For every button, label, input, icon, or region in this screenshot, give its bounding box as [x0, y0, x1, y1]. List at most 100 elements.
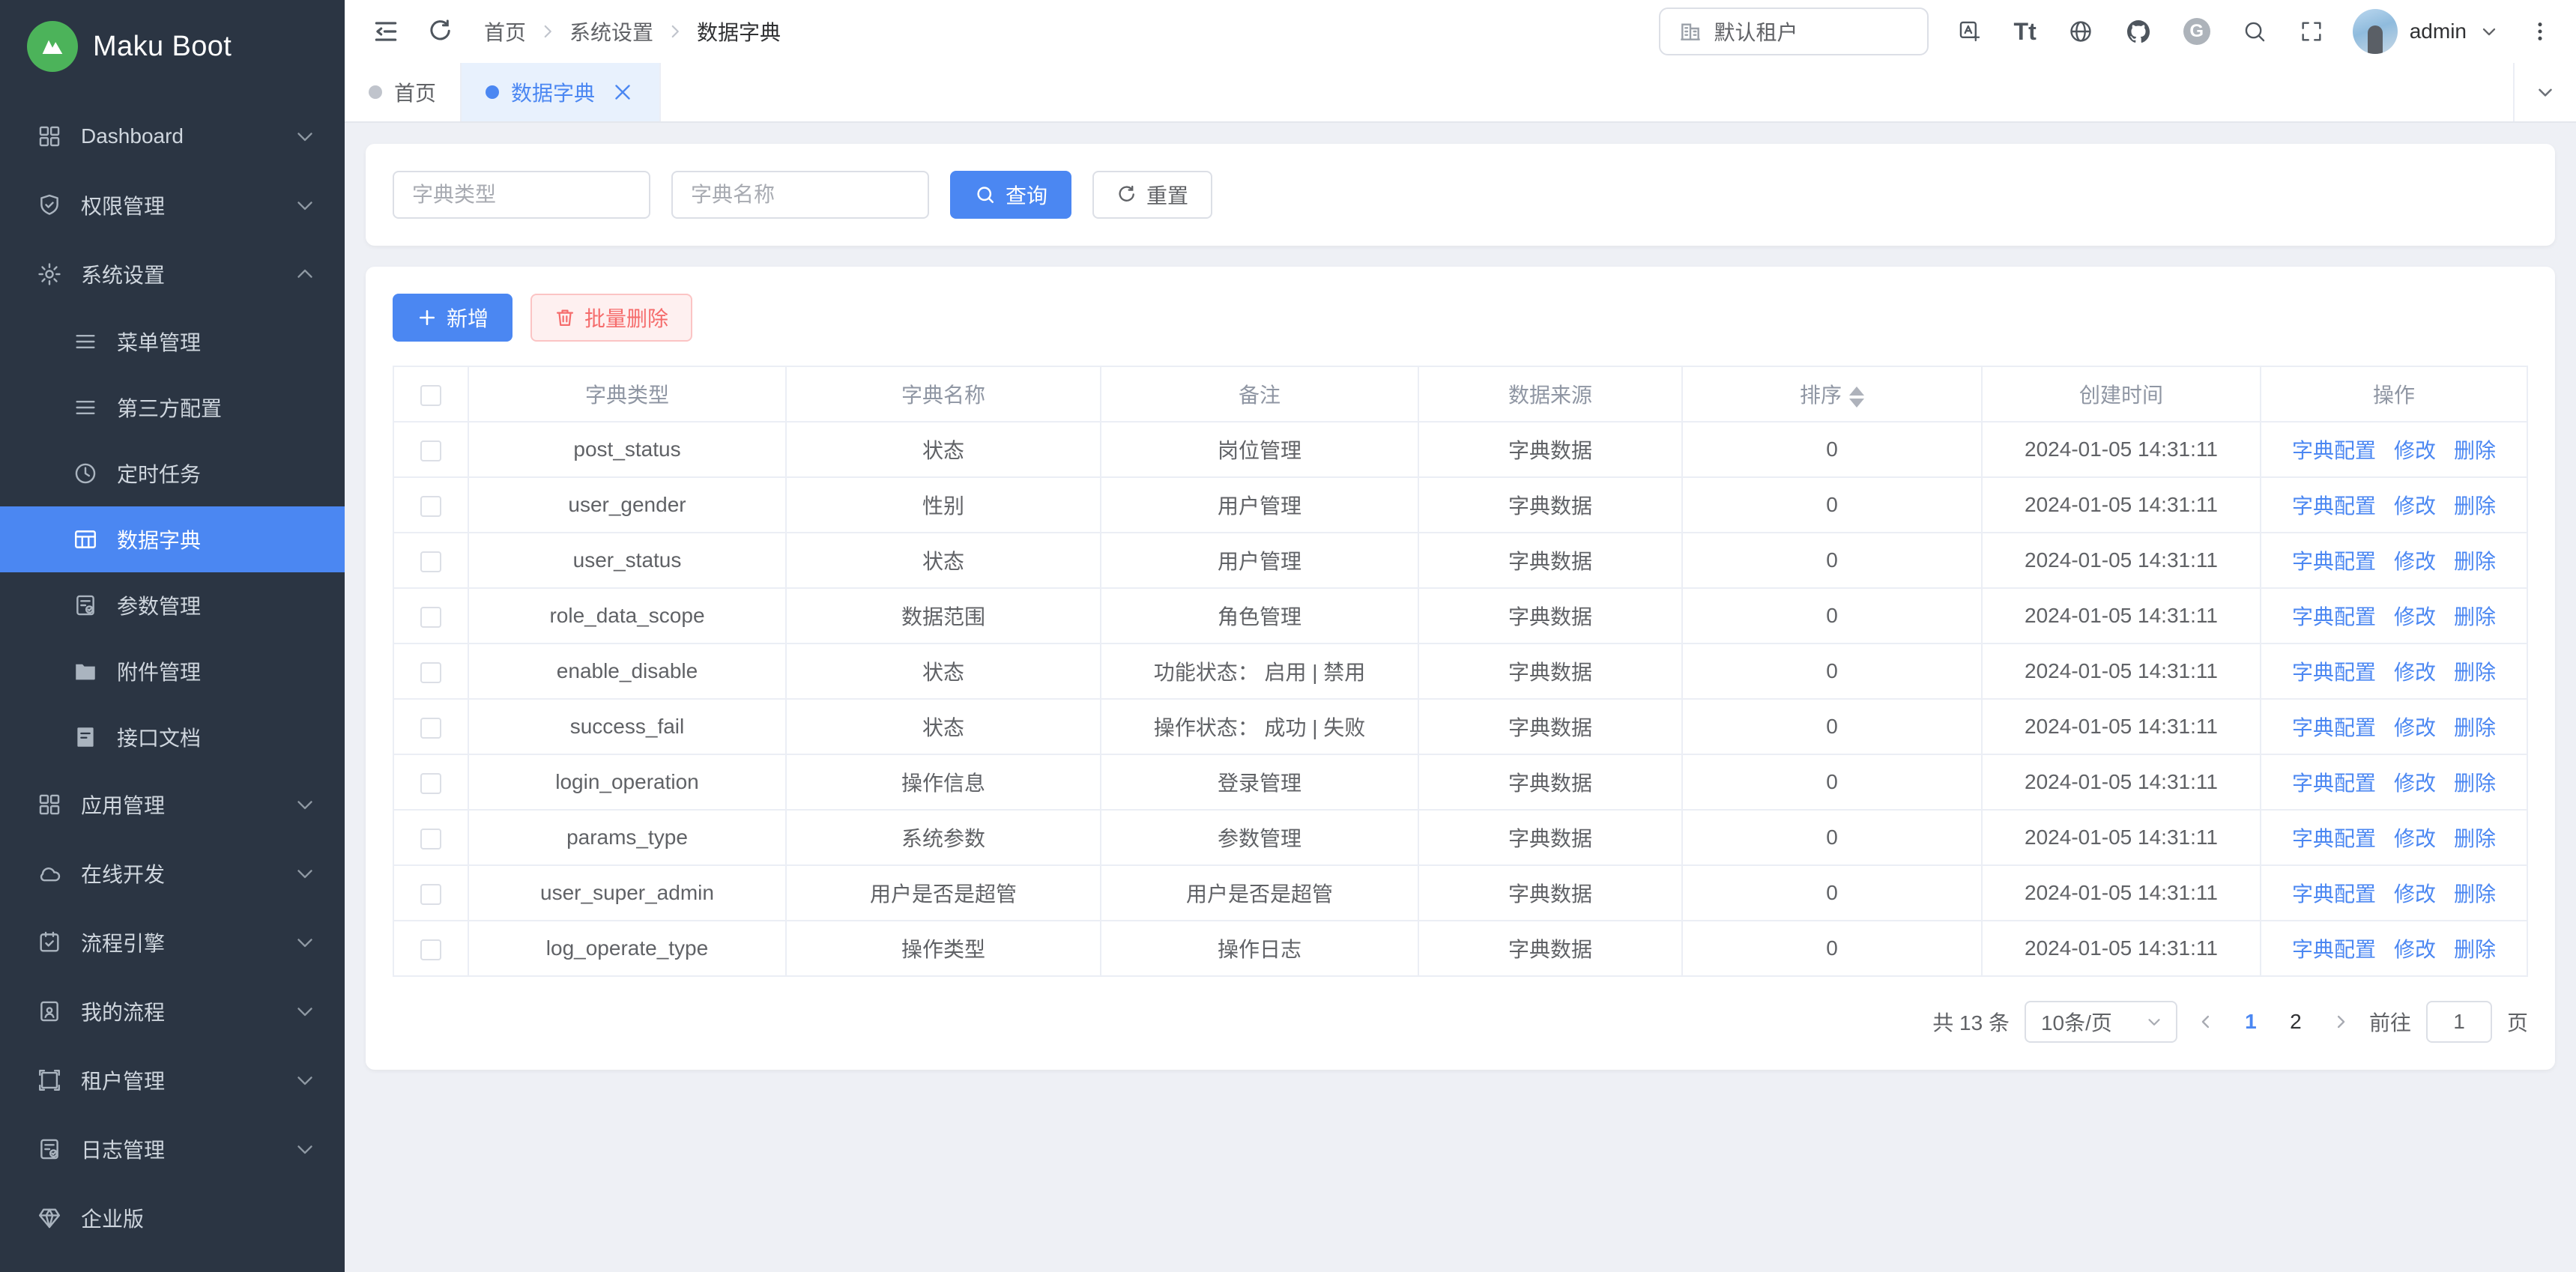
- dict-config-link[interactable]: 字典配置: [2292, 494, 2376, 518]
- goto-page-input[interactable]: [2426, 1001, 2492, 1043]
- row-checkbox[interactable]: [420, 718, 441, 739]
- edit-link[interactable]: 修改: [2394, 772, 2436, 795]
- page-number-1[interactable]: 1: [2234, 1010, 2267, 1034]
- sidebar-item-online-dev[interactable]: 在线开发: [0, 839, 345, 908]
- dict-config-link[interactable]: 字典配置: [2292, 439, 2376, 462]
- prev-page-button[interactable]: [2192, 1011, 2219, 1032]
- page-size-select[interactable]: 10条/页: [2025, 1001, 2177, 1043]
- tab-data-dictionary[interactable]: 数据字典: [462, 63, 661, 121]
- sidebar-item-workflow-engine[interactable]: 流程引擎: [0, 908, 345, 977]
- dict-config-link[interactable]: 字典配置: [2292, 661, 2376, 684]
- gitee-button[interactable]: G: [2180, 15, 2213, 48]
- tab-home[interactable]: 首页: [345, 63, 462, 121]
- delete-link[interactable]: 删除: [2454, 494, 2496, 518]
- font-size-button[interactable]: Tt: [2011, 15, 2040, 49]
- search-button[interactable]: [2239, 16, 2270, 47]
- chevron-down-icon: [2534, 81, 2557, 103]
- edit-link[interactable]: 修改: [2394, 605, 2436, 629]
- delete-link[interactable]: 删除: [2454, 882, 2496, 906]
- logo[interactable]: Maku Boot: [0, 0, 345, 93]
- dict-config-link[interactable]: 字典配置: [2292, 882, 2376, 906]
- cell-remark: 用户管理: [1101, 533, 1418, 588]
- sidebar-item-dashboard[interactable]: Dashboard: [0, 102, 345, 171]
- main-column: 首页 系统设置数据字典 默认租户 Tt G admin: [345, 0, 2576, 1272]
- delete-link[interactable]: 删除: [2454, 661, 2496, 684]
- dictionary-table: 字典类型字典名称备注数据来源排序创建时间操作 post_status状态岗位管理…: [393, 366, 2528, 977]
- dict-config-link[interactable]: 字典配置: [2292, 550, 2376, 573]
- fullscreen-button[interactable]: [2296, 16, 2327, 47]
- edit-link[interactable]: 修改: [2394, 550, 2436, 573]
- delete-link[interactable]: 删除: [2454, 716, 2496, 739]
- dict-config-link[interactable]: 字典配置: [2292, 938, 2376, 961]
- collapse-sidebar-icon[interactable]: [369, 14, 403, 49]
- query-button[interactable]: 查询: [950, 171, 1071, 219]
- breadcrumb-item[interactable]: 首页: [484, 16, 526, 46]
- row-checkbox[interactable]: [420, 662, 441, 683]
- dict-config-link[interactable]: 字典配置: [2292, 605, 2376, 629]
- chevron-down-icon: [292, 792, 318, 817]
- translate-button[interactable]: [1954, 16, 1986, 47]
- breadcrumb-item[interactable]: 系统设置: [569, 16, 653, 46]
- dict-name-input[interactable]: [671, 171, 929, 219]
- row-checkbox[interactable]: [420, 440, 441, 461]
- edit-link[interactable]: 修改: [2394, 716, 2436, 739]
- batch-delete-button[interactable]: 批量删除: [530, 294, 692, 342]
- sidebar-item-system-settings[interactable]: 系统设置: [0, 240, 345, 309]
- cell-sort: 0: [1682, 477, 1982, 533]
- user-menu[interactable]: admin: [2353, 9, 2500, 54]
- cell-created: 2024-01-05 14:31:11: [1982, 588, 2261, 643]
- row-checkbox[interactable]: [420, 939, 441, 960]
- delete-link[interactable]: 删除: [2454, 605, 2496, 629]
- delete-link[interactable]: 删除: [2454, 772, 2496, 795]
- edit-link[interactable]: 修改: [2394, 882, 2436, 906]
- reset-button[interactable]: 重置: [1092, 171, 1212, 219]
- more-menu-icon[interactable]: [2525, 16, 2555, 46]
- github-button[interactable]: [2122, 15, 2155, 48]
- sidebar-item-permission-mgmt[interactable]: 权限管理: [0, 171, 345, 240]
- cell-sort: 0: [1682, 865, 1982, 921]
- sidebar-item-params-mgmt[interactable]: 参数管理: [0, 572, 345, 638]
- add-button[interactable]: 新增: [393, 294, 513, 342]
- sidebar-item-my-workflow[interactable]: 我的流程: [0, 977, 345, 1046]
- tab-list-dropdown[interactable]: [2513, 63, 2576, 121]
- row-checkbox[interactable]: [420, 829, 441, 849]
- dict-type-input[interactable]: [393, 171, 650, 219]
- sort-carets-icon[interactable]: [1849, 387, 1864, 408]
- sidebar-item-third-party-config[interactable]: 第三方配置: [0, 375, 345, 440]
- edit-link[interactable]: 修改: [2394, 661, 2436, 684]
- sidebar-item-enterprise-edition[interactable]: 企业版: [0, 1184, 345, 1253]
- row-checkbox[interactable]: [420, 551, 441, 572]
- sidebar-item-scheduled-tasks[interactable]: 定时任务: [0, 440, 345, 506]
- cell-remark: 操作状态： 成功 | 失败: [1101, 699, 1418, 754]
- row-checkbox[interactable]: [420, 884, 441, 905]
- sidebar-item-attachment-mgmt[interactable]: 附件管理: [0, 638, 345, 704]
- close-icon[interactable]: [610, 79, 635, 105]
- sidebar-item-tenant-mgmt[interactable]: 租户管理: [0, 1046, 345, 1115]
- select-all-checkbox[interactable]: [420, 385, 441, 406]
- sidebar-item-menu-mgmt[interactable]: 菜单管理: [0, 309, 345, 375]
- page-number-2[interactable]: 2: [2279, 1010, 2312, 1034]
- sidebar-item-app-mgmt[interactable]: 应用管理: [0, 770, 345, 839]
- sidebar-item-log-mgmt[interactable]: 日志管理: [0, 1115, 345, 1184]
- row-checkbox[interactable]: [420, 607, 441, 628]
- sidebar-item-api-docs[interactable]: 接口文档: [0, 704, 345, 770]
- delete-link[interactable]: 删除: [2454, 938, 2496, 961]
- edit-link[interactable]: 修改: [2394, 827, 2436, 850]
- delete-link[interactable]: 删除: [2454, 827, 2496, 850]
- edit-link[interactable]: 修改: [2394, 938, 2436, 961]
- row-checkbox[interactable]: [420, 773, 441, 794]
- refresh-page-icon[interactable]: [424, 15, 457, 48]
- dict-config-link[interactable]: 字典配置: [2292, 827, 2376, 850]
- tenant-select[interactable]: 默认租户: [1659, 7, 1929, 55]
- delete-link[interactable]: 删除: [2454, 439, 2496, 462]
- language-button[interactable]: [2065, 16, 2096, 47]
- edit-link[interactable]: 修改: [2394, 494, 2436, 518]
- delete-link[interactable]: 删除: [2454, 550, 2496, 573]
- sidebar-item-data-dictionary[interactable]: 数据字典: [0, 506, 345, 572]
- next-page-button[interactable]: [2327, 1011, 2354, 1032]
- dict-config-link[interactable]: 字典配置: [2292, 772, 2376, 795]
- column-header-sort[interactable]: 排序: [1682, 366, 1982, 422]
- edit-link[interactable]: 修改: [2394, 439, 2436, 462]
- row-checkbox[interactable]: [420, 496, 441, 517]
- dict-config-link[interactable]: 字典配置: [2292, 716, 2376, 739]
